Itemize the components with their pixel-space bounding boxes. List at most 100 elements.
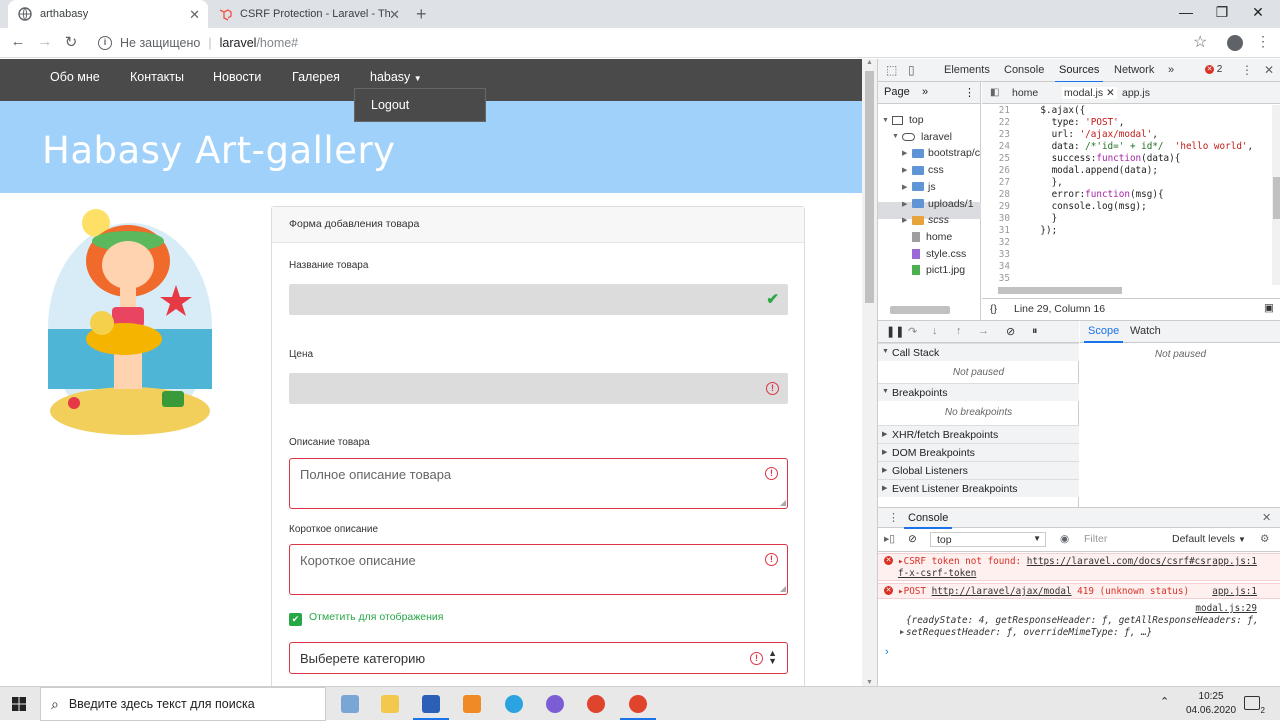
collapse-arrow-icon[interactable]: ▶ <box>902 200 912 208</box>
editor-tab-home[interactable]: home <box>1012 87 1038 99</box>
coverage-icon[interactable]: ▣ <box>1264 302 1274 314</box>
nav-contacts[interactable]: Контакты <box>130 70 184 84</box>
collapse-arrow-icon[interactable]: ▶ <box>902 183 912 191</box>
reload-icon[interactable]: ↻ <box>62 33 80 51</box>
line-number[interactable]: 35 <box>982 273 1010 285</box>
tab-network[interactable]: Network <box>1114 64 1154 76</box>
console-filter-input[interactable]: Filter <box>1084 533 1164 545</box>
display-checkbox-label[interactable]: Отметить для отображения <box>309 611 443 623</box>
editor-tab-modal-js[interactable]: modal.js ✕ <box>1062 87 1117 99</box>
close-tab-icon[interactable]: ✕ <box>389 7 400 23</box>
line-number[interactable]: 33 <box>982 249 1010 261</box>
short-description-textarea[interactable]: Короткое описание ! ◢ <box>289 544 788 595</box>
tab-sources[interactable]: Sources <box>1054 64 1104 83</box>
toggle-navigator-icon[interactable]: ◧ <box>990 87 999 98</box>
security-status[interactable]: Не защищено <box>120 36 200 50</box>
tree-item-js[interactable]: ▶ js <box>902 179 936 195</box>
dom-breakpoints-section[interactable]: ▶ DOM Breakpoints <box>878 443 1079 461</box>
nav-news[interactable]: Новости <box>213 70 261 84</box>
line-number[interactable]: 28 <box>982 189 1010 201</box>
line-number[interactable]: 27 <box>982 177 1010 189</box>
logout-menu-item[interactable]: Logout <box>354 88 486 122</box>
viber-icon[interactable] <box>546 695 564 713</box>
category-select[interactable]: Выберете категорию ! ▲ ▼ <box>289 642 788 674</box>
error-count-badge[interactable]: ✕ 2 <box>1205 64 1222 75</box>
nav-user-menu[interactable]: habasy ▼ <box>370 70 422 84</box>
console-message-post-error[interactable]: ✕ ▸POST http://laravel/ajax/modal 419 (u… <box>878 583 1280 599</box>
more-tabs-icon[interactable]: » <box>1168 64 1174 76</box>
scroll-up-icon[interactable]: ▲ <box>866 59 873 66</box>
tree-item-home[interactable]: home <box>902 229 952 245</box>
browser-menu-icon[interactable]: ⋮ <box>1256 33 1270 50</box>
context-select[interactable]: top ▼ <box>930 532 1046 547</box>
message-link-cont[interactable]: f-x-csrf-token <box>898 568 976 579</box>
notifications-icon[interactable]: 2 <box>1244 696 1265 715</box>
sublime-text-icon[interactable] <box>463 695 481 713</box>
devtools-menu-icon[interactable]: ⋮ <box>1241 63 1253 77</box>
browser-tab-arthabasy[interactable]: arthabasy ✕ <box>8 0 208 28</box>
scroll-down-icon[interactable]: ▼ <box>866 679 873 686</box>
taskbar-search-box[interactable]: ⌕ Введите здесь текст для поиска <box>40 687 326 721</box>
code-view[interactable]: 21222324252627282930313233343536 $.ajax(… <box>982 105 1272 285</box>
display-checkbox[interactable]: ✔ <box>289 613 302 626</box>
editor-hscrollbar[interactable] <box>990 285 1270 295</box>
device-toolbar-icon[interactable]: ▯ <box>908 63 915 77</box>
site-scroll-thumb[interactable] <box>865 71 874 303</box>
line-number[interactable]: 22 <box>982 117 1010 129</box>
collapse-arrow-icon[interactable]: ▶ <box>902 216 912 224</box>
pause-icon[interactable]: ❚❚ <box>886 325 904 338</box>
global-listeners-section[interactable]: ▶ Global Listeners <box>878 461 1079 479</box>
step-into-icon[interactable]: ↓ <box>932 325 938 337</box>
eye-icon[interactable]: ◉ <box>1060 533 1069 545</box>
new-tab-icon[interactable]: + <box>416 4 427 25</box>
collapse-arrow-icon[interactable]: ▶ <box>902 166 912 174</box>
xhr-breakpoints-section[interactable]: ▶ XHR/fetch Breakpoints <box>878 425 1079 443</box>
navigator-more-icon[interactable]: » <box>922 86 928 98</box>
event-listener-breakpoints-section[interactable]: ▶ Event Listener Breakpoints <box>878 479 1079 497</box>
line-number[interactable]: 30 <box>982 213 1010 225</box>
taskbar-clock[interactable]: 10:25 04.06.2020 <box>1186 690 1236 718</box>
tree-item-scss[interactable]: ▶ scss <box>902 212 949 228</box>
bookmark-star-icon[interactable]: ☆ <box>1193 32 1207 52</box>
tray-chevron-up-icon[interactable]: ⌃ <box>1160 695 1169 708</box>
editor-vscrollbar[interactable] <box>1272 105 1280 285</box>
tree-item-laravel[interactable]: ▼ laravel <box>892 129 952 145</box>
clear-console-icon[interactable]: ⊘ <box>908 533 917 545</box>
tree-item-pict1-jpg[interactable]: pict1.jpg <box>902 262 965 278</box>
line-number[interactable]: 31 <box>982 225 1010 237</box>
minimize-icon[interactable]: — <box>1176 4 1196 20</box>
call-stack-section[interactable]: ▼ Call Stack <box>878 343 1079 361</box>
collapse-arrow-icon[interactable]: ▶ <box>902 149 912 157</box>
nav-gallery[interactable]: Галерея <box>292 70 340 84</box>
description-textarea[interactable]: Полное описание товара ! ◢ <box>289 458 788 509</box>
console-message-csrf-error[interactable]: ✕ ▸CSRF token not found: https://laravel… <box>878 553 1280 581</box>
window-close-icon[interactable]: ✕ <box>1248 4 1268 21</box>
info-icon[interactable]: i <box>98 36 112 50</box>
editor-hscroll-thumb[interactable] <box>998 287 1122 294</box>
message-source[interactable]: app.js:1 <box>1212 586 1257 598</box>
console-drawer-tab[interactable]: Console <box>903 512 953 529</box>
tab-scope[interactable]: Scope <box>1083 325 1124 343</box>
console-message-log-object[interactable]: modal.js:29 ▶ {readyState: 4, getRespons… <box>878 603 1280 643</box>
line-number[interactable]: 23 <box>982 129 1010 141</box>
maximize-icon[interactable]: ❐ <box>1212 4 1232 21</box>
windows-start-icon[interactable] <box>12 697 26 711</box>
telegram-icon[interactable] <box>505 695 523 713</box>
tree-item-bootstrap-c[interactable]: ▶ bootstrap/c <box>902 145 980 161</box>
pretty-print-icon[interactable]: {} <box>990 303 997 315</box>
tab-watch[interactable]: Watch <box>1130 325 1161 337</box>
close-tab-icon[interactable]: ✕ <box>1106 87 1115 99</box>
message-link[interactable]: https://laravel.com/docs/csrf#csr <box>1027 556 1212 567</box>
pause-on-exceptions-icon[interactable]: ⏸ <box>1032 325 1038 338</box>
expand-arrow-icon[interactable]: ▼ <box>882 117 892 124</box>
save-app-icon[interactable] <box>422 695 440 713</box>
navigator-hscroll-thumb[interactable] <box>890 306 950 314</box>
message-source[interactable]: app.js:1 <box>1212 556 1257 568</box>
nav-about[interactable]: Обо мне <box>50 70 100 84</box>
navigator-menu-icon[interactable]: ⋮ <box>964 86 975 99</box>
tab-console[interactable]: Console <box>1004 64 1044 76</box>
product-name-input[interactable]: ✔ <box>289 284 788 315</box>
site-scrollbar[interactable]: ▲ ▼ <box>862 59 877 686</box>
line-number[interactable]: 25 <box>982 153 1010 165</box>
tree-item-uploads-1[interactable]: ▶ uploads/1 <box>902 196 974 212</box>
